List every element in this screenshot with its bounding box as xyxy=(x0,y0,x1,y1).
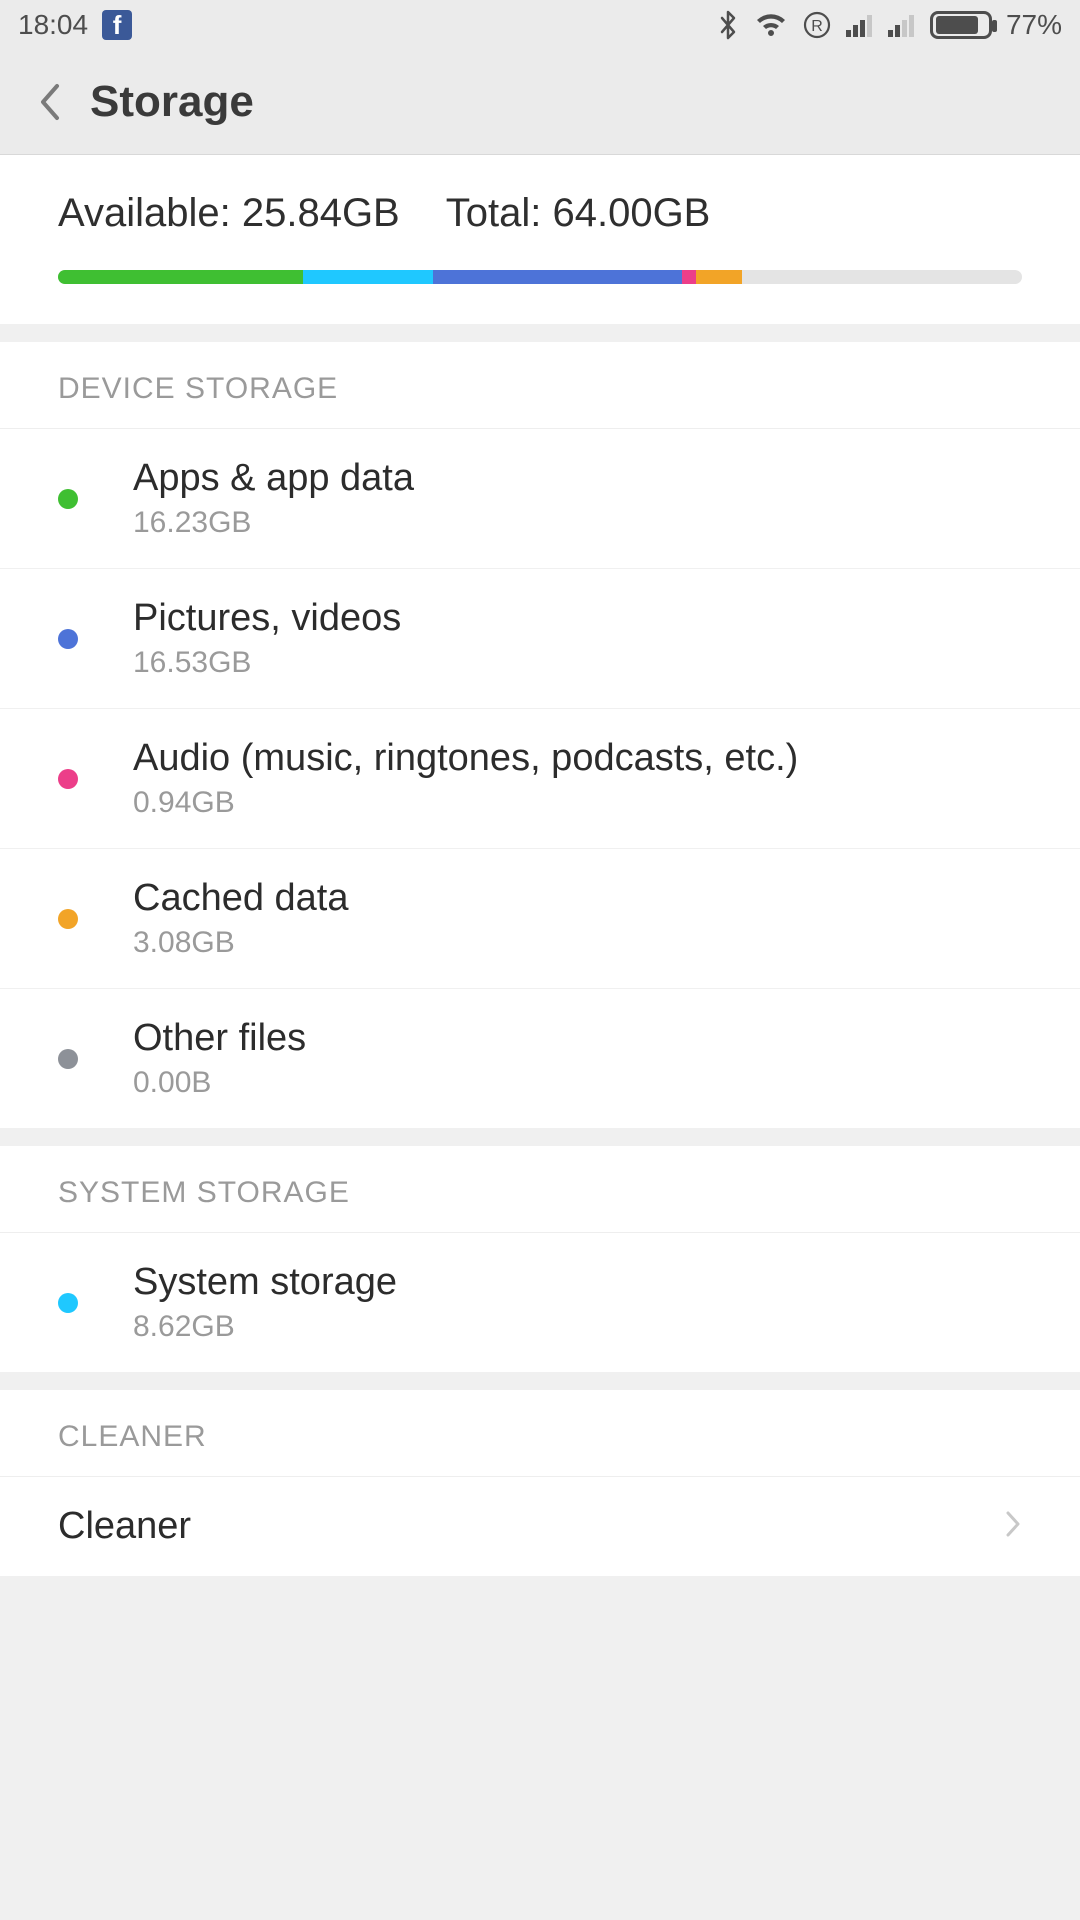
device-storage-section: DEVICE STORAGE Apps & app data 16.23GB Pic… xyxy=(0,342,1080,1128)
device-storage-row[interactable]: Pictures, videos 16.53GB xyxy=(0,569,1080,709)
wifi-icon xyxy=(754,12,788,38)
device-storage-row[interactable]: Cached data 3.08GB xyxy=(0,849,1080,989)
row-title: Apps & app data xyxy=(133,457,414,500)
row-title: Cached data xyxy=(133,877,349,920)
bluetooth-icon xyxy=(716,10,740,40)
usage-bar-segment xyxy=(58,270,303,284)
row-title: Pictures, videos xyxy=(133,597,401,640)
available-text: Available: 25.84GB xyxy=(58,191,400,236)
row-title: Cleaner xyxy=(58,1505,191,1548)
row-size: 0.00B xyxy=(133,1066,306,1100)
row-size: 16.23GB xyxy=(133,506,414,540)
usage-bar-segment xyxy=(433,270,682,284)
section-header-system: SYSTEM STORAGE xyxy=(0,1146,1080,1233)
storage-usage-bar xyxy=(58,270,1022,284)
status-time: 18:04 xyxy=(18,9,88,41)
row-title: Other files xyxy=(133,1017,306,1060)
category-dot-icon xyxy=(58,909,78,929)
system-storage-row[interactable]: System storage 8.62GB xyxy=(0,1233,1080,1372)
device-storage-row[interactable]: Other files 0.00B xyxy=(0,989,1080,1128)
cleaner-section: CLEANER Cleaner xyxy=(0,1390,1080,1576)
section-header-cleaner: CLEANER xyxy=(0,1390,1080,1477)
circle-r-icon: R xyxy=(802,10,832,40)
usage-bar-segment xyxy=(303,270,433,284)
usage-bar-segment xyxy=(696,270,742,284)
row-size: 0.94GB xyxy=(133,786,798,820)
system-storage-section: SYSTEM STORAGE System storage 8.62GB xyxy=(0,1146,1080,1372)
row-title: Audio (music, ringtones, podcasts, etc.) xyxy=(133,737,798,780)
storage-summary: Available: 25.84GB Total: 64.00GB xyxy=(0,155,1080,324)
back-button[interactable] xyxy=(30,82,70,122)
category-dot-icon xyxy=(58,1293,78,1313)
row-size: 8.62GB xyxy=(133,1310,397,1344)
page-title: Storage xyxy=(90,77,254,127)
app-header: Storage xyxy=(0,50,1080,155)
battery-fill xyxy=(936,16,978,34)
cleaner-row[interactable]: Cleaner xyxy=(0,1477,1080,1576)
chevron-right-icon xyxy=(1004,1509,1022,1544)
category-dot-icon xyxy=(58,489,78,509)
battery-percent: 77% xyxy=(1006,9,1062,41)
usage-bar-segment xyxy=(682,270,696,284)
category-dot-icon xyxy=(58,769,78,789)
row-size: 3.08GB xyxy=(133,926,349,960)
section-header-device: DEVICE STORAGE xyxy=(0,342,1080,429)
total-text: Total: 64.00GB xyxy=(446,191,711,236)
device-storage-row[interactable]: Apps & app data 16.23GB xyxy=(0,429,1080,569)
category-dot-icon xyxy=(58,1049,78,1069)
row-size: 16.53GB xyxy=(133,646,401,680)
facebook-notification-icon: f xyxy=(102,10,132,40)
signal-2-icon xyxy=(888,13,916,37)
svg-text:R: R xyxy=(811,18,823,35)
category-dot-icon xyxy=(58,629,78,649)
signal-1-icon xyxy=(846,13,874,37)
status-bar: 18:04 f R 77% xyxy=(0,0,1080,50)
row-title: System storage xyxy=(133,1261,397,1304)
device-storage-row[interactable]: Audio (music, ringtones, podcasts, etc.)… xyxy=(0,709,1080,849)
battery-icon xyxy=(930,11,992,39)
